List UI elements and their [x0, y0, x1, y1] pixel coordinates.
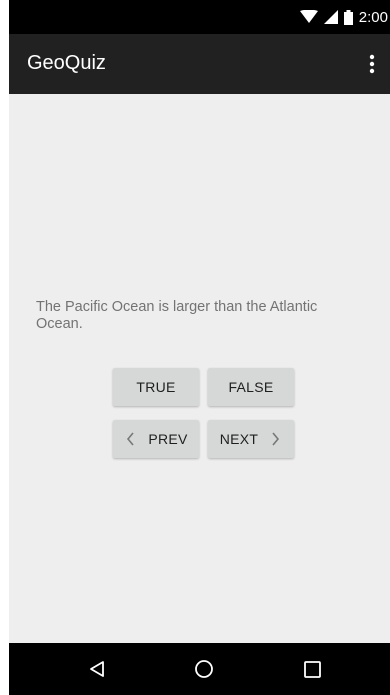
prev-button[interactable]: PREV	[113, 420, 199, 458]
recents-icon[interactable]	[300, 657, 324, 681]
app-bar: GeoQuiz	[9, 34, 390, 94]
more-vert-icon[interactable]	[360, 50, 384, 78]
signal-icon	[323, 10, 338, 24]
false-button-label: FALSE	[228, 379, 274, 395]
true-button-label: TRUE	[136, 379, 176, 395]
home-icon[interactable]	[192, 657, 216, 681]
next-button-label: NEXT	[219, 431, 259, 447]
back-icon[interactable]	[85, 657, 109, 681]
false-button[interactable]: FALSE	[208, 368, 294, 406]
true-button[interactable]: TRUE	[113, 368, 199, 406]
quiz-content: The Pacific Ocean is larger than the Atl…	[9, 94, 390, 643]
battery-icon	[343, 9, 353, 25]
status-bar: 2:00	[9, 0, 390, 34]
next-button[interactable]: NEXT	[208, 420, 294, 458]
status-time: 2:00	[358, 8, 388, 26]
prev-button-label: PREV	[148, 431, 188, 447]
question-text: The Pacific Ocean is larger than the Atl…	[36, 299, 318, 332]
device-screen: 2:00 GeoQuiz The Pacific Ocean is larger…	[9, 0, 390, 695]
navigation-bar	[9, 643, 390, 695]
app-title: GeoQuiz	[27, 52, 106, 74]
wifi-icon	[299, 10, 318, 23]
status-icons: 2:00	[299, 0, 388, 34]
chevron-left-icon	[127, 432, 134, 446]
chevron-right-icon	[272, 432, 280, 446]
